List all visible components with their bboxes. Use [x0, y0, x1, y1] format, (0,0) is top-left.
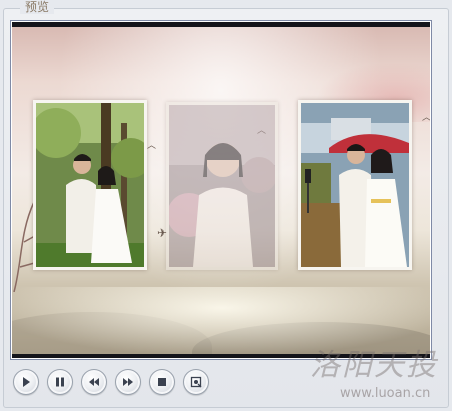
play-icon	[23, 377, 30, 387]
stop-icon	[158, 378, 166, 386]
bird-icon: ︿	[147, 141, 157, 151]
preview-viewport: ︿ ︿ ︿ ✈	[10, 20, 432, 360]
bird-icon: ︿	[422, 114, 430, 123]
photo-right	[298, 100, 412, 270]
snapshot-button[interactable]	[183, 369, 209, 395]
photo-left	[33, 100, 147, 270]
rewind-button[interactable]	[81, 369, 107, 395]
snapshot-icon	[190, 376, 202, 388]
pause-button[interactable]	[47, 369, 73, 395]
watermark-logo: 洛阳天投	[310, 348, 438, 383]
stop-button[interactable]	[149, 369, 175, 395]
fast-forward-button[interactable]	[115, 369, 141, 395]
preview-group-title: 预览	[20, 0, 55, 14]
watermark-url: www.luoan.cn	[340, 386, 431, 401]
photo-middle	[166, 102, 278, 270]
letterbox-top	[12, 22, 430, 27]
play-button[interactable]	[13, 369, 39, 395]
slideshow-stage: ︿ ︿ ︿ ✈	[12, 22, 430, 358]
rewind-icon	[89, 378, 99, 386]
fast-forward-icon	[123, 378, 133, 386]
pause-icon	[56, 377, 64, 387]
